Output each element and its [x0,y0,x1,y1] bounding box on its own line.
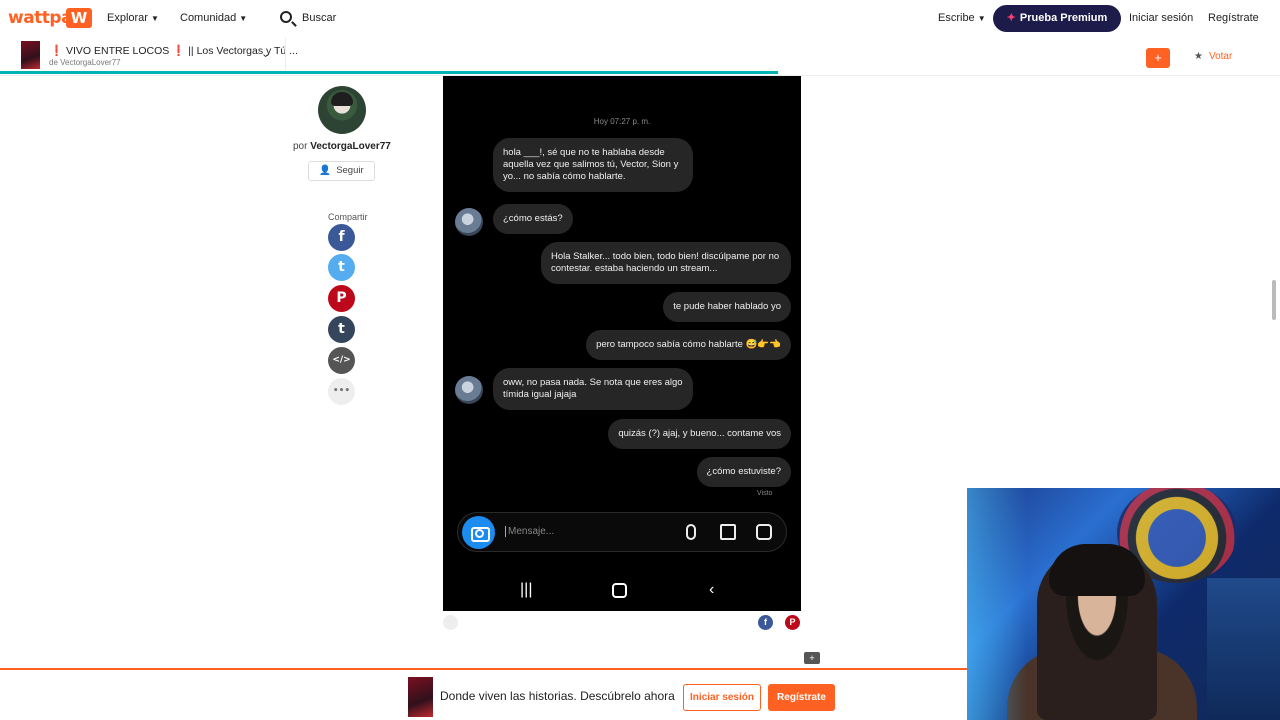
light-glow [967,488,1027,720]
chevron-down-icon: ▼ [239,14,248,23]
story-author[interactable]: de VectorgaLover77 [49,58,121,67]
share-label: Compartir [328,212,368,222]
comment-icon[interactable]: + [804,652,820,664]
add-to-list-button[interactable]: + [1146,48,1170,68]
pinterest-icon[interactable]: P [328,285,355,312]
embed-icon[interactable]: </> [328,347,355,374]
chat-timestamp: Hoy 07:27 p. m. [593,117,651,126]
tumblr-icon[interactable]: t [328,316,355,343]
story-title-main: VIVO ENTRE LOCOS [66,45,170,57]
banner-login-button[interactable]: Iniciar sesión [683,684,761,711]
premium-button[interactable]: ✦ Prueba Premium [993,5,1121,32]
write-label: Escribe [938,12,975,24]
camera-icon[interactable] [462,516,495,549]
author-name[interactable]: VectorgaLover77 [310,141,391,152]
home-icon[interactable] [612,583,627,598]
message-input[interactable]: Mensaje... [505,526,554,537]
by-label: por [293,141,308,152]
twitter-icon[interactable]: t [328,254,355,281]
community-menu[interactable]: Comunidad ▼ [180,12,247,24]
vote-button[interactable]: ★ Votar [1194,51,1232,62]
explore-label: Explorar [107,12,148,24]
follow-label: Seguir [336,165,364,176]
more-icon[interactable]: ••• [328,378,355,405]
image-options-icon[interactable] [443,615,458,630]
chevron-down-icon: ▼ [977,14,986,23]
seen-indicator: Visto [757,490,773,497]
banner-cover-thumbnail [408,677,433,717]
follow-button[interactable]: 👤 Seguir [308,161,375,181]
top-navbar: wattpad W Explorar ▼ Comunidad ▼ Buscar Es… [0,0,1280,38]
story-cover-thumbnail[interactable] [21,41,40,69]
recent-apps-icon[interactable]: ||| [520,581,532,599]
banner-text: Donde viven las historias. Descúbrelo ah… [440,689,675,703]
chat-bubble-received: hola ___!, sé que no te hablaba desde aq… [493,138,693,192]
pinterest-icon[interactable]: P [785,615,800,630]
chat-bubble-sent: quizás (?) ajaj, y bueno... contame vos [608,419,791,449]
reading-progress-bar [0,71,778,74]
facebook-icon[interactable]: f [758,615,773,630]
author-avatar[interactable] [318,86,366,134]
streamer-hair [1049,544,1145,596]
chat-screenshot: Hoy 07:27 p. m. hola ___!, sé que no te … [443,76,801,611]
message-composer: Mensaje... [457,512,787,552]
divider [285,38,286,70]
search-icon[interactable] [280,11,292,23]
banner-signup-button[interactable]: Regístrate [768,684,835,711]
premium-label: Prueba Premium [1019,12,1108,24]
webcam-overlay [967,488,1280,720]
chat-bubble-received: ¿cómo estás? [493,204,573,234]
write-menu[interactable]: Escribe ▼ [938,12,986,24]
search-input[interactable]: Buscar [302,12,336,24]
facebook-icon[interactable]: f [328,224,355,251]
banner-border [0,668,967,670]
chevron-down-icon: ▼ [150,14,159,23]
vote-label: Votar [1208,51,1233,62]
login-link[interactable]: Iniciar sesión [1129,12,1193,24]
star-icon: ★ [1194,51,1203,62]
microphone-icon[interactable] [686,524,696,540]
community-label: Comunidad [180,12,237,24]
chat-contact-avatar [455,376,483,404]
explore-menu[interactable]: Explorar ▼ [107,12,159,24]
back-icon[interactable]: ‹ [709,581,714,599]
chat-bubble-sent: te pude haber hablado yo [663,292,791,322]
page-scrollbar[interactable] [1272,280,1276,320]
author-byline: por VectorgaLover77 [293,141,391,152]
chat-bubble-sent: pero tampoco sabía cómo hablarte 😅👉👈 [586,330,791,360]
signup-link[interactable]: Regístrate [1208,12,1259,24]
chat-contact-avatar [455,208,483,236]
background-shelf [1207,578,1280,718]
exclamation-icon: ❗ [50,45,64,57]
sparkle-icon: ✦ [1006,12,1016,24]
add-user-icon: 👤 [319,165,332,176]
story-title-suffix: ❗ || Los Vectorgas y Tú ... [172,45,298,57]
chat-bubble-received: oww, no pasa nada. Se nota que eres algo… [493,368,693,410]
image-icon[interactable] [720,524,736,540]
chat-bubble-sent: ¿cómo estuviste? [696,457,791,487]
chevron-down-icon[interactable]: ⌄ [261,47,270,60]
wattpad-w-icon[interactable]: W [66,8,92,28]
sticker-icon[interactable] [756,524,772,540]
chat-bubble-sent: Hola Stalker... todo bien, todo bien! di… [541,242,791,284]
